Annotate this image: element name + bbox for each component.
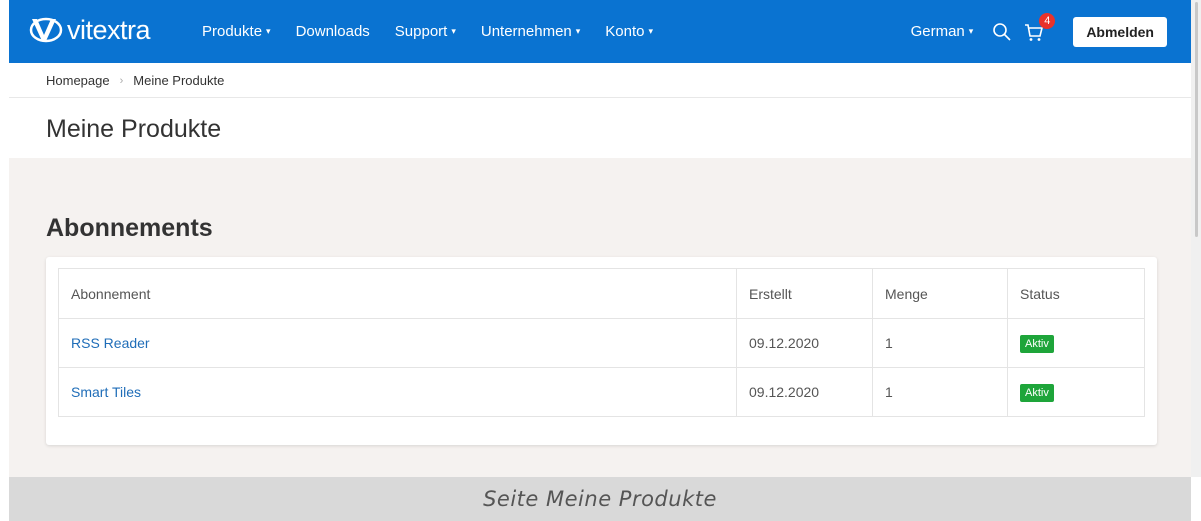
search-icon[interactable] [991, 21, 1013, 43]
nav-support[interactable]: Support ▾ [395, 23, 456, 40]
nav-downloads[interactable]: Downloads [296, 23, 370, 40]
nav-produkte[interactable]: Produkte ▾ [202, 23, 271, 40]
created-cell: 09.12.2020 [736, 367, 873, 417]
language-label: German [910, 23, 965, 40]
breadcrumb-home[interactable]: Homepage [46, 73, 110, 88]
subscription-name-cell: Smart Tiles [58, 367, 737, 417]
cart-icon[interactable]: 4 [1023, 12, 1056, 43]
nav-produkte-label: Produkte [202, 23, 263, 40]
quantity-cell: 1 [872, 318, 1008, 368]
language-selector[interactable]: German ▾ [911, 23, 974, 40]
table-row: RSS Reader 09.12.2020 1 Aktiv [58, 318, 1145, 368]
status-badge: Aktiv [1020, 383, 1054, 402]
breadcrumb-separator-icon: › [119, 74, 124, 87]
subscriptions-card: Abonnement Erstellt Menge Status RSS Rea… [46, 257, 1157, 445]
navbar: vitextra Produkte ▾ Downloads Support ▾ Un… [9, 0, 1191, 63]
chevron-down-icon: ▾ [451, 26, 456, 36]
nav-unternehmen-label: Unternehmen [480, 23, 572, 40]
main-nav: Produkte ▾ Downloads Support ▾ Unternehmen… [202, 0, 678, 63]
scrollbar-thumb[interactable] [1195, 2, 1198, 237]
status-cell: Aktiv [1007, 367, 1145, 417]
chevron-down-icon: ▾ [648, 26, 654, 36]
status-cell: Aktiv [1007, 318, 1145, 368]
header-menge: Menge [872, 268, 1008, 319]
image-caption: Seite Meine Produkte [483, 487, 717, 511]
nav-unternehmen[interactable]: Unternehmen ▾ [481, 23, 580, 40]
section-title: Abonnements [46, 214, 213, 242]
chevron-down-icon: ▾ [968, 26, 974, 36]
page-title: Meine Produkte [46, 115, 222, 143]
header-status: Status [1007, 268, 1145, 319]
caption-bar: Seite Meine Produkte [9, 477, 1191, 521]
nav-right: German ▾ 4 Abmelden [911, 0, 1191, 63]
table-header-row: Abonnement Erstellt Menge Status [58, 268, 1145, 319]
created-cell: 09.12.2020 [736, 318, 873, 368]
subscription-link[interactable]: Smart Tiles [71, 384, 141, 400]
nav-downloads-label: Downloads [295, 23, 370, 40]
header-abonnement: Abonnement [58, 268, 737, 319]
subscription-name-cell: RSS Reader [58, 318, 737, 368]
breadcrumb: Homepage › Meine Produkte [46, 73, 224, 88]
nav-konto-label: Konto [605, 23, 645, 40]
header-erstellt: Erstellt [736, 268, 873, 319]
page-scrollbar[interactable] [1191, 0, 1201, 477]
subscription-link[interactable]: RSS Reader [71, 335, 150, 351]
quantity-cell: 1 [872, 367, 1008, 417]
cart-count-badge: 4 [1039, 12, 1056, 29]
table-row: Smart Tiles 09.12.2020 1 Aktiv [58, 367, 1145, 417]
status-badge: Aktiv [1020, 334, 1054, 353]
header-area: Homepage › Meine Produkte Meine Produkte [9, 63, 1191, 158]
brand-name: vitextra [67, 14, 151, 45]
divider [9, 97, 1191, 98]
chevron-down-icon: ▾ [575, 26, 581, 36]
chevron-down-icon: ▾ [266, 26, 271, 36]
vitextra-logo-icon [29, 17, 63, 43]
nav-konto[interactable]: Konto ▾ [605, 23, 653, 40]
browser-frame: vitextra Produkte ▾ Downloads Support ▾ Un… [9, 0, 1191, 477]
subscriptions-table: Abonnement Erstellt Menge Status RSS Rea… [58, 268, 1145, 417]
nav-support-label: Support [394, 23, 448, 40]
breadcrumb-current: Meine Produkte [133, 73, 225, 88]
brand-logo[interactable]: vitextra [29, 13, 151, 47]
logout-button[interactable]: Abmelden [1073, 16, 1167, 47]
